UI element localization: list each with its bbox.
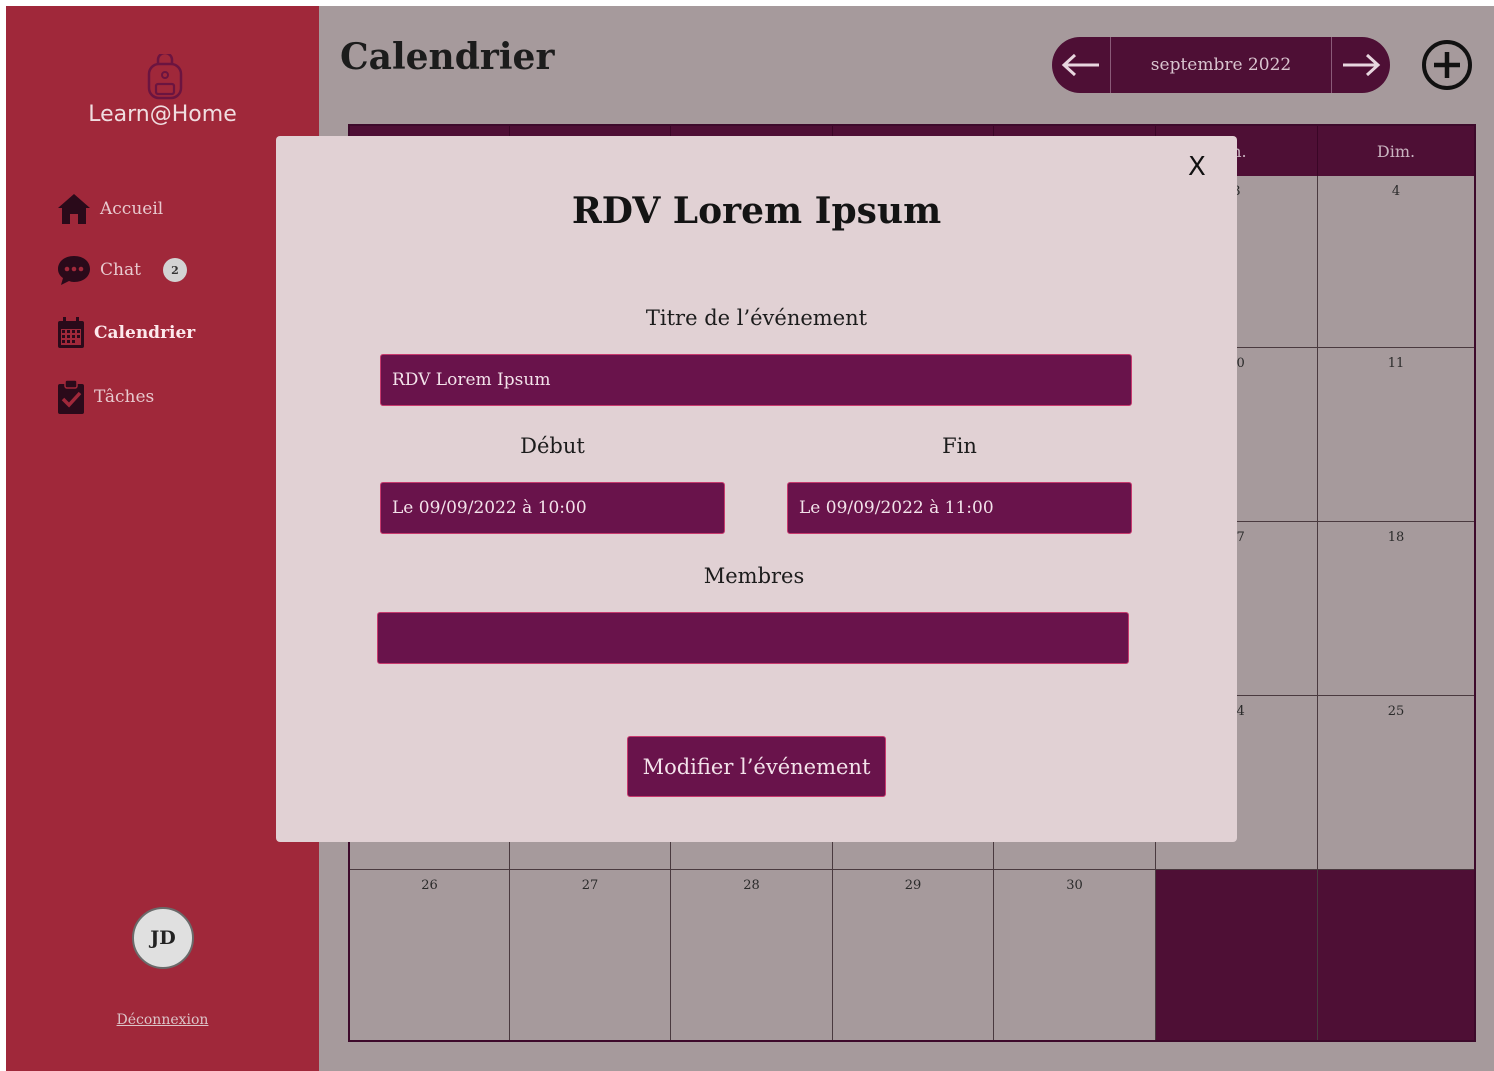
unread-badge: 2 (162, 258, 187, 282)
modify-event-button[interactable]: Modifier l’événement (627, 736, 886, 797)
event-title-label: Titre de l’événement (645, 306, 868, 330)
end-datetime-input[interactable]: Le 09/09/2022 à 11:00 (787, 482, 1132, 534)
nav-label: Chat (100, 260, 141, 280)
nav-label: Tâches (94, 387, 155, 407)
sidebar: Learn@Home Accueil Chat 2 Calendrier Tâc… (6, 6, 319, 1071)
calendar-icon (58, 317, 84, 348)
nav-item-calendrier[interactable]: Calendrier (56, 316, 195, 350)
day-cell[interactable]: 18 (1318, 522, 1474, 696)
arrow-right-icon (1343, 53, 1381, 77)
empty-day-cell (1318, 870, 1474, 1040)
backpack-icon (147, 54, 183, 100)
day-cell[interactable]: 30 (994, 870, 1156, 1040)
start-datetime-input[interactable]: Le 09/09/2022 à 10:00 (380, 482, 725, 534)
arrow-left-icon (1061, 53, 1099, 77)
current-month-label: septembre 2022 (1110, 37, 1332, 93)
home-icon (58, 194, 90, 224)
day-header: Dim. (1318, 126, 1474, 176)
nav-label: Accueil (100, 199, 164, 219)
add-event-button[interactable] (1421, 39, 1473, 91)
avatar[interactable]: JD (132, 907, 194, 969)
day-cell[interactable]: 4 (1318, 176, 1474, 348)
page-title: Calendrier (340, 36, 555, 78)
members-label: Membres (703, 564, 805, 588)
next-month-button[interactable] (1332, 37, 1390, 93)
day-cell[interactable]: 26 (350, 870, 510, 1040)
day-cell[interactable]: 25 (1318, 696, 1474, 870)
day-cell[interactable]: 28 (671, 870, 833, 1040)
brand-name: Learn@Home (88, 102, 237, 127)
modal-title: RDV Lorem Ipsum (571, 190, 942, 232)
nav-item-chat[interactable]: Chat 2 (56, 253, 187, 287)
event-title-input[interactable]: RDV Lorem Ipsum (380, 354, 1132, 406)
clipboard-check-icon (58, 379, 84, 414)
start-label: Début (520, 434, 585, 458)
close-button[interactable]: X (1188, 152, 1206, 182)
day-cell[interactable]: 11 (1318, 348, 1474, 522)
chat-icon (58, 256, 90, 285)
empty-day-cell (1156, 870, 1318, 1040)
members-input[interactable] (377, 612, 1129, 664)
nav-item-taches[interactable]: Tâches (56, 379, 154, 415)
logout-link[interactable]: Déconnexion (6, 1012, 319, 1028)
end-label: Fin (942, 434, 977, 458)
month-navigator: septembre 2022 (1052, 37, 1390, 93)
day-cell[interactable]: 27 (510, 870, 671, 1040)
day-cell[interactable]: 29 (833, 870, 994, 1040)
edit-event-modal: X RDV Lorem Ipsum Titre de l’événement R… (276, 136, 1237, 842)
nav-label: Calendrier (94, 323, 196, 343)
nav-item-accueil[interactable]: Accueil (56, 192, 163, 226)
previous-month-button[interactable] (1052, 37, 1110, 93)
